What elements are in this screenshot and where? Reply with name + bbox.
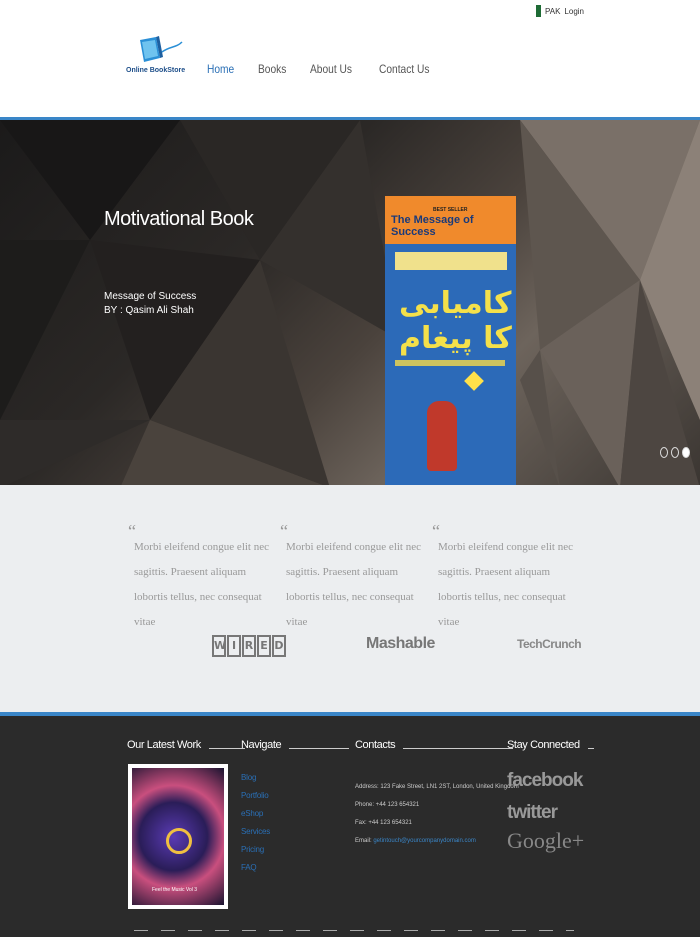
nav-books[interactable]: Books	[258, 62, 286, 76]
footer-link-faq[interactable]: FAQ	[241, 859, 270, 877]
quote-icon: “	[432, 521, 440, 541]
testimonial-text: Morbi eleifend congue elit nec sagittis.…	[134, 541, 270, 628]
footer-link-services[interactable]: Services	[241, 823, 270, 841]
best-seller-badge: BEST SELLER	[433, 207, 468, 213]
play-icon	[166, 828, 192, 854]
wired-letter: W	[212, 635, 226, 657]
nav-about-us[interactable]: About Us	[310, 62, 352, 76]
testimonials-section: “ Morbi eleifend congue elit nec sagitti…	[0, 485, 700, 712]
top-bar: PAK Login	[534, 5, 584, 17]
heading-dash	[208, 748, 245, 749]
google-plus-icon[interactable]: Google+	[507, 828, 584, 854]
wired-logo: W I R E D	[212, 635, 286, 657]
book-cover-image[interactable]: BEST SELLER The Message of Success کامیا…	[385, 196, 516, 488]
heading-dash	[289, 748, 350, 749]
testimonial-2: “ Morbi eleifend congue elit nec sagitti…	[280, 521, 426, 635]
quote-icon: “	[128, 521, 136, 541]
latest-work-image: Feel the Music Vol 3	[132, 768, 224, 905]
email-label: Email:	[355, 838, 374, 844]
login-link[interactable]: Login	[564, 7, 584, 16]
book-cover-title: The Message of Success	[391, 214, 474, 238]
footer-link-eshop[interactable]: eShop	[241, 805, 270, 823]
testimonial-3: “ Morbi eleifend congue elit nec sagitti…	[432, 521, 578, 635]
latest-work-thumbnail[interactable]: Feel the Music Vol 3	[128, 764, 228, 909]
footer-link-portfolio[interactable]: Portfolio	[241, 787, 270, 805]
star-icon	[464, 371, 484, 391]
contact-fax: Fax: +44 123 654321	[355, 820, 412, 826]
hero-caption: Message of Success BY : Qasim Ali Shah	[104, 290, 196, 318]
wired-letter: E	[257, 635, 271, 657]
testimonial-text: Morbi eleifend congue elit nec sagittis.…	[438, 541, 574, 628]
site-logo[interactable]: Online BookStore	[126, 36, 186, 78]
footer-heading-contacts: Contacts	[355, 739, 514, 751]
book-figure	[427, 401, 457, 471]
mashable-logo: Mashable	[366, 635, 435, 652]
testimonial-1: “ Morbi eleifend congue elit nec sagitti…	[128, 521, 274, 635]
contact-phone: Phone: +44 123 654321	[355, 802, 420, 808]
book-band	[395, 252, 507, 270]
heading-text: Contacts	[355, 739, 396, 751]
footer-heading-latest-work: Our Latest Work	[127, 739, 245, 751]
wired-letter: R	[242, 635, 256, 657]
slider-dots	[660, 447, 690, 458]
book-subtitle-line	[395, 360, 505, 366]
contact-email-row: Email: getintouch@yourcompanydomain.com	[355, 832, 519, 850]
footer-divider	[134, 930, 574, 931]
nav-home[interactable]: Home	[207, 62, 234, 76]
brand-name: Online BookStore	[126, 67, 186, 74]
book-urdu-title: کامیابی کا پیغام	[399, 286, 512, 356]
testimonial-text: Morbi eleifend congue elit nec sagittis.…	[286, 541, 422, 628]
pakistan-flag-icon[interactable]	[534, 5, 541, 17]
site-header: PAK Login Online BookStore Home Books Ab…	[0, 0, 700, 117]
work-caption: Feel the Music Vol 3	[152, 887, 198, 893]
footer-heading-navigate: Navigate	[241, 739, 350, 751]
heading-text: Our Latest Work	[127, 739, 201, 751]
footer-nav-links: Blog Portfolio eShop Services Pricing FA…	[241, 769, 270, 877]
hero-author: BY : Qasim Ali Shah	[104, 305, 194, 316]
contact-email-link[interactable]: getintouch@yourcompanydomain.com	[373, 838, 475, 844]
wired-letter: I	[227, 635, 241, 657]
nav-contact-us[interactable]: Contact Us	[379, 62, 429, 76]
hero-title: Motivational Book	[104, 208, 254, 230]
hero-slider: Motivational Book Message of Success BY …	[0, 117, 700, 488]
twitter-icon[interactable]: twitter	[507, 802, 584, 824]
slider-dot-1[interactable]	[660, 447, 668, 458]
book-logo-icon	[140, 36, 183, 62]
footer-heading-stay-connected: Stay Connected	[507, 739, 594, 751]
wired-letter: D	[272, 635, 286, 657]
main-nav: Home Books About Us Contact Us	[207, 62, 457, 76]
slider-dot-3[interactable]	[682, 447, 690, 458]
social-links: facebook twitter Google+	[507, 770, 584, 854]
quote-icon: “	[280, 521, 288, 541]
footer-link-blog[interactable]: Blog	[241, 769, 270, 787]
heading-dash	[403, 748, 514, 749]
facebook-icon[interactable]: facebook	[507, 770, 584, 792]
heading-text: Stay Connected	[507, 739, 580, 751]
heading-dash	[587, 748, 594, 749]
hero-book-name: Message of Success	[104, 291, 197, 302]
contact-details: Address: 123 Fake Street, LN1 2ST, Londo…	[355, 778, 519, 850]
slider-dot-2[interactable]	[671, 447, 679, 458]
language-label[interactable]: PAK	[545, 7, 560, 16]
contact-address: Address: 123 Fake Street, LN1 2ST, Londo…	[355, 784, 519, 790]
heading-text: Navigate	[241, 739, 282, 751]
book-cover-header: BEST SELLER The Message of Success	[385, 196, 516, 244]
techcrunch-logo: TechCrunch	[517, 637, 582, 651]
footer-link-pricing[interactable]: Pricing	[241, 841, 270, 859]
site-footer: Our Latest Work Navigate Contacts Stay C…	[0, 712, 700, 937]
